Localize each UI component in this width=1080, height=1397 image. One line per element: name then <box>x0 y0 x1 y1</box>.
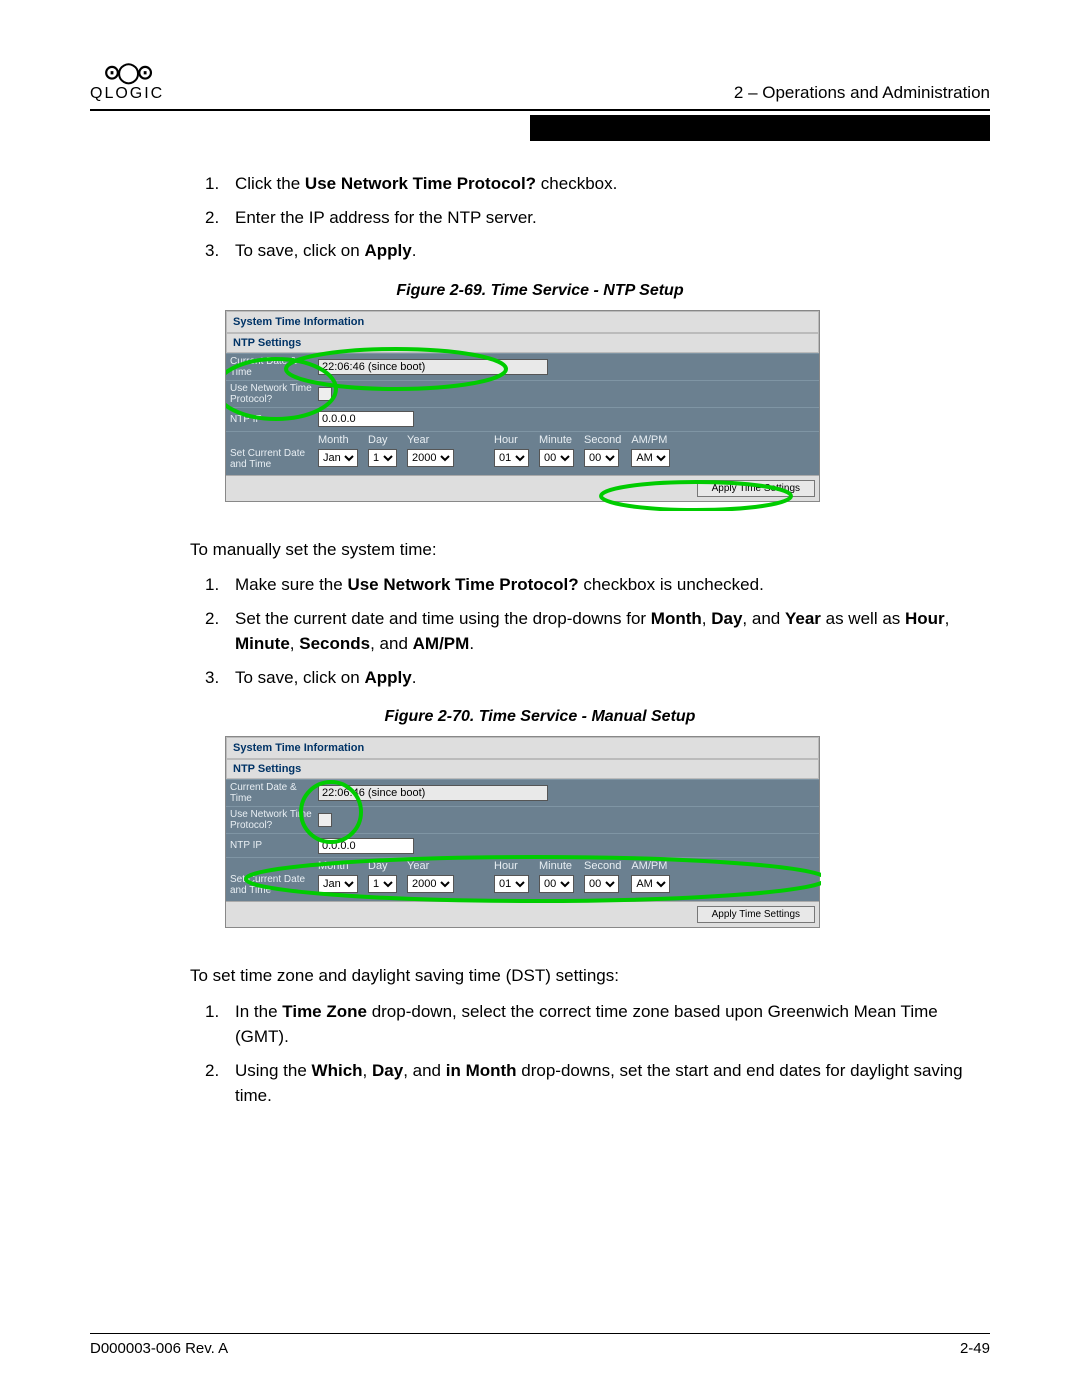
ntp-ip-row: NTP IP <box>226 407 819 431</box>
hour-select[interactable]: 01 <box>494 875 529 893</box>
set-date-row: Set Current Date and Time MonthJan Day1 … <box>226 857 819 901</box>
use-ntp-row: Use Network Time Protocol? <box>226 806 819 833</box>
timezone-steps: To set time zone and daylight saving tim… <box>205 963 980 1109</box>
doc-id: D000003-006 Rev. A <box>90 1340 228 1357</box>
current-datetime-field <box>318 359 548 375</box>
current-datetime-row: Current Date & Time <box>226 353 819 380</box>
minute-select[interactable]: 00 <box>539 875 574 893</box>
list-item: 3.To save, click on Apply. <box>205 238 980 264</box>
ntp-ip-label: NTP IP <box>230 840 318 851</box>
ntp-setup-steps: 1.Click the Use Network Time Protocol? c… <box>205 171 980 264</box>
day-select[interactable]: 1 <box>368 875 397 893</box>
logo-text: QLOGIC <box>90 85 164 103</box>
current-datetime-label: Current Date & Time <box>230 782 318 804</box>
second-select[interactable]: 00 <box>584 875 619 893</box>
year-select[interactable]: 2000 <box>407 449 454 467</box>
panel-title-ntp: NTP Settings <box>226 333 819 353</box>
figure-caption: Figure 2-70. Time Service - Manual Setup <box>90 708 990 726</box>
month-select[interactable]: Jan <box>318 449 358 467</box>
ampm-select[interactable]: AM <box>631 449 670 467</box>
second-select[interactable]: 00 <box>584 449 619 467</box>
use-ntp-row: Use Network Time Protocol? <box>226 380 819 407</box>
list-item: 3.To save, click on Apply. <box>205 665 980 691</box>
ntp-ip-input[interactable] <box>318 838 414 854</box>
use-ntp-label: Use Network Time Protocol? <box>230 809 318 831</box>
list-item: 2.Enter the IP address for the NTP serve… <box>205 205 980 231</box>
manual-setup-steps: To manually set the system time: 1.Make … <box>205 537 980 691</box>
use-ntp-checkbox[interactable] <box>318 813 332 827</box>
year-select[interactable]: 2000 <box>407 875 454 893</box>
page-number: 2-49 <box>960 1340 990 1357</box>
list-item: 1.Click the Use Network Time Protocol? c… <box>205 171 980 197</box>
set-date-label: Set Current Date and Time <box>230 448 318 470</box>
panel-footer: Apply Time Settings <box>226 475 819 501</box>
minute-select[interactable]: 00 <box>539 449 574 467</box>
ntp-ip-label: NTP IP <box>230 414 318 425</box>
day-select[interactable]: 1 <box>368 449 397 467</box>
panel-title-system-time: System Time Information <box>226 311 819 333</box>
apply-time-settings-button[interactable]: Apply Time Settings <box>697 906 815 923</box>
time-settings-panel: System Time Information NTP Settings Cur… <box>225 310 820 502</box>
ntp-ip-row: NTP IP <box>226 833 819 857</box>
use-ntp-checkbox[interactable] <box>318 387 332 401</box>
qlogic-logo: ⊙◯⊙ QLOGIC <box>90 60 164 103</box>
list-item: 2.Using the Which, Day, and in Month dro… <box>205 1058 980 1109</box>
current-datetime-row: Current Date & Time <box>226 779 819 806</box>
list-item: 1.Make sure the Use Network Time Protoco… <box>205 572 980 598</box>
use-ntp-label: Use Network Time Protocol? <box>230 383 318 405</box>
page-header: ⊙◯⊙ QLOGIC 2 – Operations and Administra… <box>90 60 990 111</box>
chapter-title: 2 – Operations and Administration <box>734 83 990 103</box>
list-item: 1.In the Time Zone drop-down, select the… <box>205 999 980 1050</box>
current-datetime-field <box>318 785 548 801</box>
page-footer: D000003-006 Rev. A 2-49 <box>90 1333 990 1357</box>
ampm-select[interactable]: AM <box>631 875 670 893</box>
set-date-label: Set Current Date and Time <box>230 874 318 896</box>
panel-title-system-time: System Time Information <box>226 737 819 759</box>
panel-footer: Apply Time Settings <box>226 901 819 927</box>
black-strip <box>530 115 990 141</box>
list-item: 2.Set the current date and time using th… <box>205 606 980 657</box>
current-datetime-label: Current Date & Time <box>230 356 318 378</box>
paragraph: To manually set the system time: <box>190 537 980 563</box>
panel-title-ntp: NTP Settings <box>226 759 819 779</box>
ntp-ip-input[interactable] <box>318 411 414 427</box>
month-select[interactable]: Jan <box>318 875 358 893</box>
time-settings-panel: System Time Information NTP Settings Cur… <box>225 736 820 928</box>
set-date-row: Set Current Date and Time MonthJan Day1 … <box>226 431 819 475</box>
paragraph: To set time zone and daylight saving tim… <box>190 963 980 989</box>
logo-icon: ⊙◯⊙ <box>104 60 151 85</box>
figure-caption: Figure 2-69. Time Service - NTP Setup <box>90 282 990 300</box>
hour-select[interactable]: 01 <box>494 449 529 467</box>
apply-time-settings-button[interactable]: Apply Time Settings <box>697 480 815 497</box>
